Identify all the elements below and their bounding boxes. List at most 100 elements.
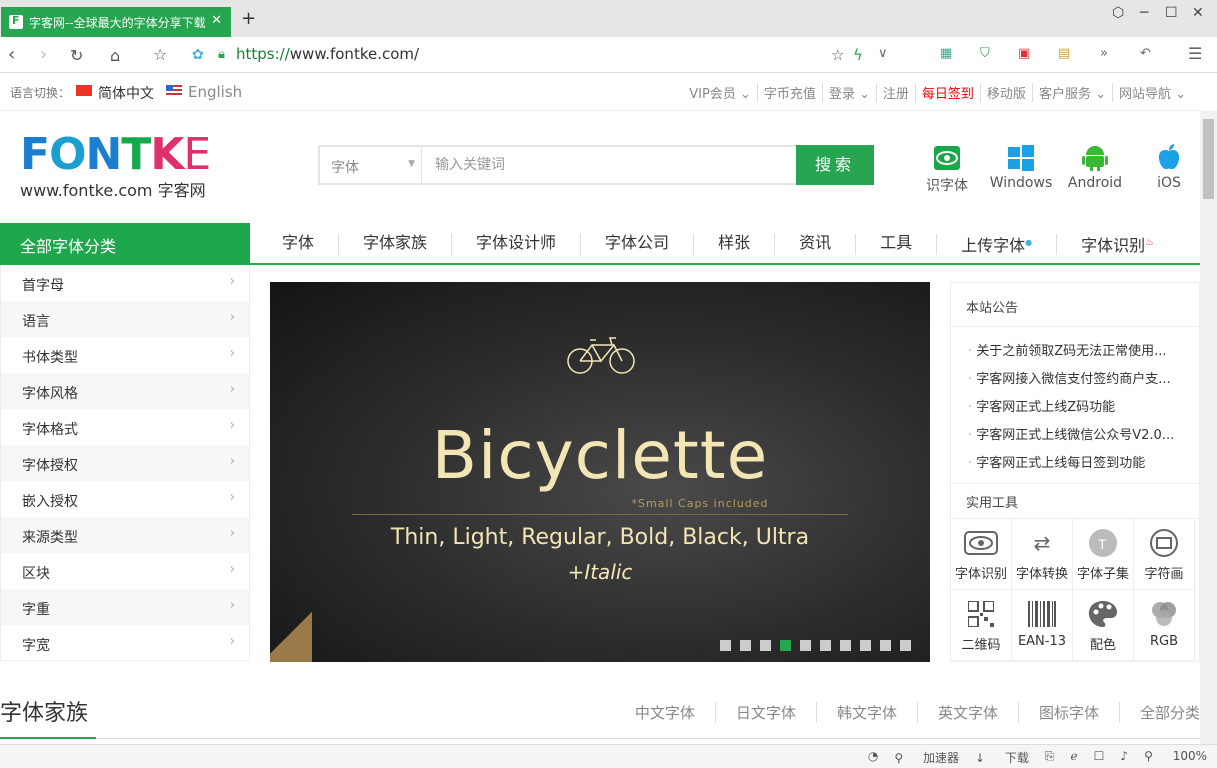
site-info-icon[interactable]: ✿	[192, 47, 204, 63]
fontke-logo[interactable]: FONTKE www.fontke.com 字客网	[20, 133, 220, 201]
scrollbar-thumb[interactable]	[1203, 119, 1214, 199]
browser-tab[interactable]: 字客网--全球最大的字体分享下载 ✕	[1, 7, 231, 37]
sidebar-item-embed-license[interactable]: 嵌入授权 ›	[1, 481, 249, 517]
nav-designer[interactable]: 字体设计师	[452, 233, 582, 256]
accelerator-button[interactable]: ⚲ 加速器	[894, 749, 959, 766]
tool-ascii-art[interactable]: 字符画	[1134, 519, 1195, 590]
notice-item[interactable]: 关于之前领取Z码无法正常使用...	[951, 331, 1196, 359]
ie-mode-icon[interactable]: ℯ	[1071, 749, 1078, 766]
bookmark-icon[interactable]: ☆	[153, 45, 167, 64]
minimize-icon[interactable]: ─	[1140, 5, 1148, 21]
sidebar-item-format[interactable]: 字体格式 ›	[1, 409, 249, 445]
back-icon[interactable]: ‹	[8, 44, 15, 65]
customer-service-link[interactable]: 客户服务 ⌄	[1033, 83, 1113, 102]
recharge-link[interactable]: 字币充值	[758, 83, 823, 102]
tool-palette[interactable]: 配色	[1073, 590, 1134, 661]
tool-qrcode[interactable]: 二维码	[951, 590, 1012, 661]
tool-font-identify[interactable]: 字体识别	[951, 519, 1012, 590]
shield-icon[interactable]: ⛉	[980, 46, 990, 61]
sidebar-item-width[interactable]: 字宽 ›	[1, 625, 249, 661]
slide-dot[interactable]	[800, 640, 811, 651]
vip-link[interactable]: VIP会员 ⌄	[683, 83, 758, 102]
sidebar-item-source[interactable]: 来源类型 ›	[1, 517, 249, 553]
new-tab-icon[interactable]: +	[241, 8, 256, 29]
platform-android[interactable]: Android	[1058, 141, 1132, 195]
download-button[interactable]: ↓ 下载	[975, 749, 1029, 766]
register-link[interactable]: 注册	[877, 83, 916, 102]
sidebar-item-script-type[interactable]: 书体类型 ›	[1, 337, 249, 373]
speed-icon[interactable]: ◔	[868, 749, 878, 766]
slide-dot[interactable]	[900, 640, 911, 651]
platform-identify[interactable]: 识字体	[910, 141, 984, 195]
pdf-icon[interactable]: ▣	[1018, 46, 1030, 61]
notice-item[interactable]: 字客网正式上线每日签到功能	[951, 443, 1196, 471]
slide-dot[interactable]	[840, 640, 851, 651]
undo-icon[interactable]: ↶	[1140, 46, 1151, 61]
nav-font[interactable]: 字体	[258, 233, 340, 256]
tab-close-icon[interactable]: ✕	[211, 13, 222, 28]
platform-ios[interactable]: iOS	[1132, 141, 1206, 195]
nav-foundry[interactable]: 字体公司	[581, 233, 695, 256]
nav-tools[interactable]: 工具	[856, 233, 938, 256]
page-scrollbar[interactable]	[1200, 111, 1217, 744]
nav-identify[interactable]: 字体识别♨	[1057, 234, 1178, 255]
all-categories-button[interactable]: 全部字体分类	[0, 223, 250, 265]
sidebar-item-weight[interactable]: 字重 ›	[1, 589, 249, 625]
lightning-icon[interactable]: ϟ	[853, 46, 863, 64]
nav-upload[interactable]: 上传字体●	[937, 234, 1058, 256]
clipboard-icon[interactable]: ⎘	[1045, 749, 1055, 766]
sidebar-item-style[interactable]: 字体风格 ›	[1, 373, 249, 409]
window-icon[interactable]: ☐	[1094, 749, 1105, 766]
family-tab-english[interactable]: 英文字体	[918, 702, 1019, 723]
lang-english-link[interactable]: English	[188, 83, 242, 101]
hero-banner[interactable]: Bicyclette *Small Caps included Thin, Li…	[270, 282, 930, 662]
lang-chinese-link[interactable]: 简体中文	[98, 83, 154, 103]
favorite-star-icon[interactable]: ☆	[831, 46, 844, 64]
sidebar-item-block[interactable]: 区块 ›	[1, 553, 249, 589]
sidebar-item-language[interactable]: 语言 ›	[1, 301, 249, 337]
slide-dot[interactable]	[740, 640, 751, 651]
search-input[interactable]	[423, 147, 795, 183]
notice-item[interactable]: 字客网接入微信支付签约商户支...	[951, 359, 1196, 387]
search-scope-select[interactable]: 字体 ▼	[320, 147, 422, 183]
family-tab-all[interactable]: 全部分类	[1120, 702, 1200, 723]
slide-dot[interactable]	[820, 640, 831, 651]
extension-apps-icon[interactable]: ▦	[940, 46, 952, 61]
slide-dot[interactable]	[880, 640, 891, 651]
nav-specimen[interactable]: 样张	[694, 233, 776, 256]
skin-icon[interactable]: ⬡	[1112, 5, 1124, 21]
forward-icon[interactable]: ›	[40, 44, 47, 65]
tool-font-subset[interactable]: T 字体子集	[1073, 519, 1134, 590]
tool-ean13[interactable]: EAN-13	[1012, 590, 1073, 661]
slide-dot[interactable]	[860, 640, 871, 651]
family-tab-icon[interactable]: 图标字体	[1019, 702, 1120, 723]
slide-dot[interactable]	[720, 640, 731, 651]
window-close-icon[interactable]: ✕	[1192, 5, 1204, 21]
login-link[interactable]: 登录 ⌄	[823, 83, 877, 102]
sound-icon[interactable]: ♪	[1120, 749, 1128, 766]
mobile-link[interactable]: 移动版	[981, 83, 1033, 102]
zoom-level[interactable]: ⚲ 100%	[1144, 749, 1207, 766]
url-dropdown-icon[interactable]: ∨	[878, 46, 888, 61]
screenshot-icon[interactable]: ▤	[1058, 46, 1070, 61]
tool-font-convert[interactable]: ⇄ 字体转换	[1012, 519, 1073, 590]
url-field[interactable]: ✿ 🔒︎ https://www.fontke.com/ ☆ ϟ	[186, 41, 876, 69]
sidebar-item-license[interactable]: 字体授权 ›	[1, 445, 249, 481]
platform-windows[interactable]: Windows	[984, 141, 1058, 195]
notice-item[interactable]: 字客网正式上线Z码功能	[951, 387, 1196, 415]
notice-item[interactable]: 字客网正式上线微信公众号V2.0...	[951, 415, 1196, 443]
family-tab-korean[interactable]: 韩文字体	[817, 702, 918, 723]
slide-dot[interactable]	[760, 640, 771, 651]
menu-icon[interactable]: ☰	[1188, 44, 1202, 63]
family-tab-chinese[interactable]: 中文字体	[615, 702, 716, 723]
family-tab-japanese[interactable]: 日文字体	[716, 702, 817, 723]
tool-rgb[interactable]: RGB	[1134, 590, 1195, 661]
nav-font-family[interactable]: 字体家族	[339, 233, 453, 256]
nav-news[interactable]: 资讯	[775, 233, 857, 256]
search-button[interactable]: 搜索	[796, 145, 874, 185]
daily-signin-link[interactable]: 每日签到	[916, 83, 981, 102]
reload-icon[interactable]: ↻	[70, 46, 83, 65]
sidebar-item-initial[interactable]: 首字母 ›	[1, 265, 249, 301]
slide-dot[interactable]	[780, 640, 791, 651]
site-nav-link[interactable]: 网站导航 ⌄	[1113, 83, 1192, 102]
